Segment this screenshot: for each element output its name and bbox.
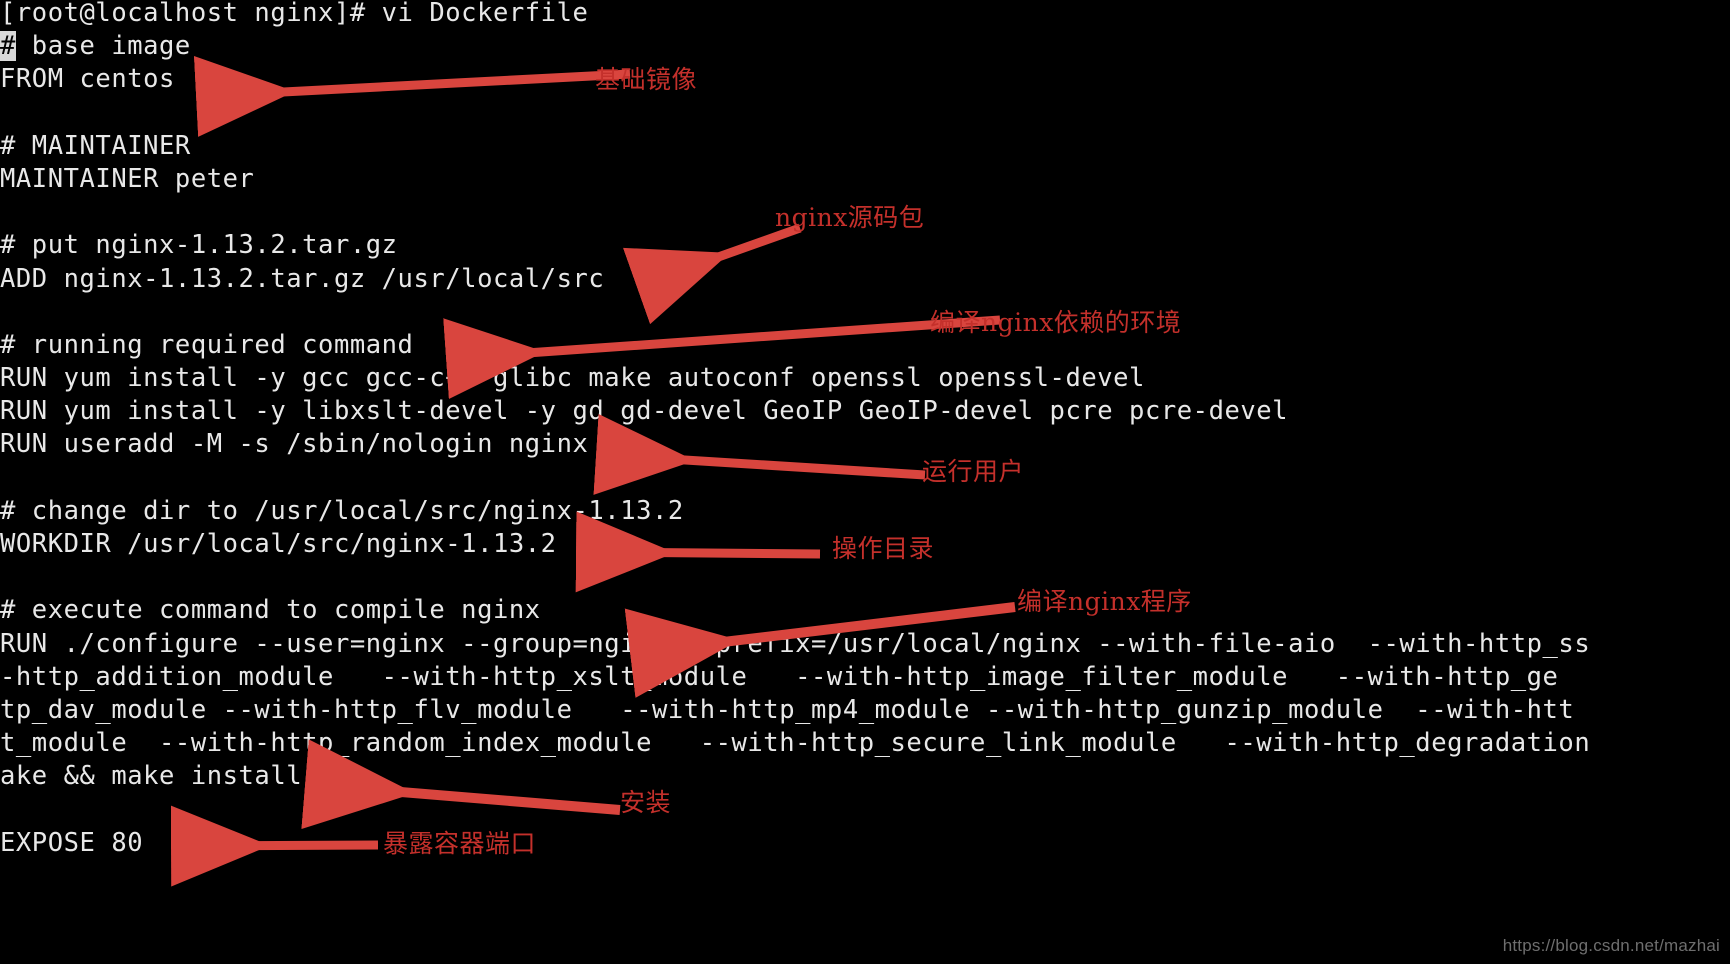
terminal-line: RUN yum install -y gcc gcc-c++ glibc mak…	[0, 363, 1145, 394]
terminal-line: RUN yum install -y libxslt-devel -y gd g…	[0, 396, 1289, 427]
terminal-line: ake && make install	[0, 761, 303, 792]
annotation-run-user: 运行用户	[922, 457, 1025, 486]
annotation-base-image: 基础镜像	[595, 65, 698, 94]
annotation-compile-program: 编译nginx程序	[1017, 587, 1192, 616]
annotation-install: 安装	[620, 788, 672, 817]
terminal-line: -http_addition_module --with-http_xslt_m…	[0, 661, 1559, 692]
terminal-line: # running required command	[0, 329, 414, 360]
terminal-line: FROM centos	[0, 64, 175, 95]
terminal-line: EXPOSE 80	[0, 827, 144, 858]
terminal-line: # MAINTAINER	[0, 130, 191, 161]
terminal-line: # put nginx-1.13.2.tar.gz	[0, 230, 398, 261]
terminal-window[interactable]: [root@localhost nginx]# vi Dockerfile # b…	[0, 0, 1730, 964]
text-cursor: #	[0, 31, 16, 62]
terminal-line: tp_dav_module --with-http_flv_module --w…	[0, 694, 1575, 725]
terminal-line: MAINTAINER peter	[0, 163, 255, 194]
terminal-line: # change dir to /usr/local/src/nginx-1.1…	[0, 495, 684, 526]
watermark: https://blog.csdn.net/mazhai	[1502, 936, 1720, 955]
terminal-line: # execute command to compile nginx	[0, 595, 541, 626]
terminal-line: RUN useradd -M -s /sbin/nologin nginx	[0, 429, 589, 460]
terminal-line: # base image	[0, 31, 191, 62]
terminal-line: [root@localhost nginx]# vi Dockerfile	[0, 0, 589, 28]
annotation-nginx-source: nginx源码包	[775, 203, 925, 232]
annotation-expose-port: 暴露容器端口	[383, 829, 537, 858]
terminal-text-area[interactable]: [root@localhost nginx]# vi Dockerfile # b…	[0, 0, 1730, 860]
annotation-compile-deps: 编译nginx依赖的环境	[930, 308, 1182, 337]
terminal-line: RUN ./configure --user=nginx --group=ngi…	[0, 628, 1591, 659]
annotation-workdir: 操作目录	[832, 534, 935, 563]
terminal-line: t_module --with-http_random_index_module…	[0, 728, 1591, 759]
terminal-line: ADD nginx-1.13.2.tar.gz /usr/local/src	[0, 263, 605, 294]
